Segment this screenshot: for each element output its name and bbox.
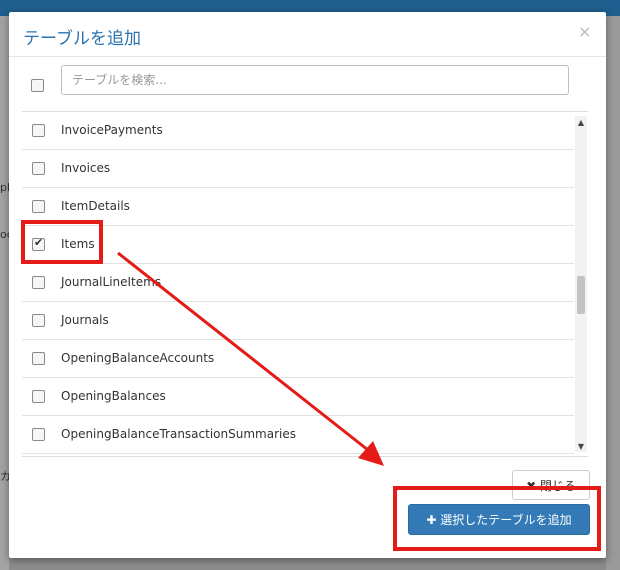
row-checkbox[interactable]	[32, 314, 45, 327]
scroll-down-arrow-icon[interactable]: ▼	[575, 442, 587, 451]
table-name: ItemDetails	[61, 199, 130, 213]
table-search-input[interactable]	[61, 65, 569, 95]
close-icon[interactable]: ×	[578, 22, 591, 41]
scroll-up-arrow-icon[interactable]: ▲	[575, 118, 587, 127]
table-name: InvoicePayments	[61, 123, 163, 137]
table-row[interactable]: InvoicePayments	[22, 112, 574, 150]
row-checkbox[interactable]	[32, 162, 45, 175]
table-row[interactable]: OpeningBalanceTransactionSummaries	[22, 416, 574, 454]
table-row[interactable]: ✔ Items	[22, 226, 574, 264]
dialog-header: テーブルを追加 ×	[9, 12, 606, 57]
table-row[interactable]: Invoices	[22, 150, 574, 188]
row-checkbox[interactable]	[32, 428, 45, 441]
list-scrollbar[interactable]: ▲ ▼	[575, 116, 587, 452]
table-row[interactable]: OpeningBalanceAccounts	[22, 340, 574, 378]
dialog-title: テーブルを追加	[23, 29, 141, 49]
table-row[interactable]: OpeningBalances	[22, 378, 574, 416]
row-checkbox[interactable]	[32, 276, 45, 289]
row-checkbox[interactable]	[32, 352, 45, 365]
table-name: JournalLineItems	[61, 275, 162, 289]
close-button[interactable]: ✖ 閉じる	[512, 470, 590, 500]
table-row[interactable]: Journals	[22, 302, 574, 340]
select-all-checkbox[interactable]	[31, 79, 44, 92]
table-name: Invoices	[61, 161, 111, 175]
background-page-left	[0, 16, 9, 570]
row-checkbox[interactable]	[32, 124, 45, 137]
row-checkbox-checked[interactable]: ✔	[32, 236, 45, 251]
table-name: OpeningBalanceAccounts	[61, 351, 215, 365]
table-list: InvoicePayments Invoices ItemDetails ✔ I…	[22, 111, 588, 457]
add-selected-tables-button[interactable]: ✚ 選択したテーブルを追加	[408, 504, 590, 535]
table-row[interactable]: JournalLineItems	[22, 264, 574, 302]
row-checkbox[interactable]	[32, 200, 45, 213]
table-row[interactable]: ItemDetails	[22, 188, 574, 226]
table-name: OpeningBalanceTransactionSummaries	[61, 427, 296, 441]
table-name: Items	[61, 237, 95, 251]
table-name: Journals	[61, 313, 109, 327]
background-page-right	[606, 16, 620, 570]
add-table-dialog: テーブルを追加 × InvoicePayments Invoices ItemD…	[9, 12, 606, 558]
checkmark-icon: ✔	[34, 236, 44, 249]
row-checkbox[interactable]	[32, 390, 45, 403]
table-name: OpeningBalances	[61, 389, 166, 403]
scrollbar-thumb[interactable]	[577, 276, 585, 314]
